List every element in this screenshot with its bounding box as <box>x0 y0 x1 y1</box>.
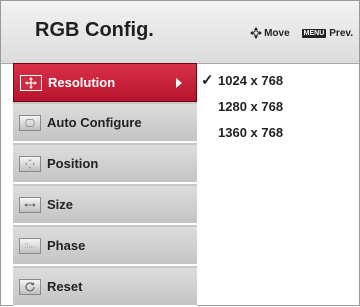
option-1280x768[interactable]: 1280 x 768 <box>201 99 283 114</box>
osd-header: RGB Config. Move MENU Prev. <box>1 1 359 64</box>
menu-item-label: Size <box>47 197 74 212</box>
resolution-options: ✓ 1024 x 768 1280 x 768 1360 x 768 <box>201 63 359 305</box>
option-label: 1024 x 768 <box>218 73 284 88</box>
menu-item-label: Auto Configure <box>47 115 142 130</box>
option-1024x768[interactable]: ✓ 1024 x 768 <box>201 73 283 88</box>
auto-configure-icon <box>19 114 41 131</box>
position-icon <box>19 155 41 172</box>
page-title: RGB Config. <box>35 19 154 41</box>
menu-item-size[interactable]: Size <box>13 186 197 225</box>
menu-item-resolution[interactable]: Resolution <box>13 63 197 102</box>
phase-icon <box>19 237 41 254</box>
option-1360x768[interactable]: 1360 x 768 <box>201 125 283 140</box>
menu-item-label: Position <box>47 156 99 171</box>
menu-item-phase[interactable]: Phase <box>13 227 197 266</box>
menu-item-reset[interactable]: Reset <box>13 268 197 307</box>
config-menu: Resolution Auto Configure Position Size … <box>13 63 197 307</box>
menu-key-icon: MENU <box>301 28 327 38</box>
menu-item-position[interactable]: Position <box>13 145 197 184</box>
option-label: 1360 x 768 <box>218 125 284 140</box>
menu-item-auto-configure[interactable]: Auto Configure <box>13 104 197 143</box>
menu-item-label: Resolution <box>48 75 116 90</box>
navigation-hint: Move MENU Prev. <box>250 27 353 39</box>
checkmark-icon: ✓ <box>201 72 214 89</box>
prev-label: Prev. <box>329 27 353 39</box>
submenu-arrow-icon <box>176 78 182 88</box>
menu-item-label: Phase <box>47 238 86 253</box>
resolution-icon <box>20 74 42 91</box>
size-icon <box>19 196 41 213</box>
option-label: 1280 x 768 <box>218 99 284 114</box>
rgb-config-osd: RGB Config. Move MENU Prev. Resolution A… <box>0 0 360 307</box>
reset-icon <box>19 278 41 295</box>
move-arrows-icon <box>250 27 263 39</box>
menu-item-label: Reset <box>47 279 83 294</box>
move-label: Move <box>264 27 290 39</box>
